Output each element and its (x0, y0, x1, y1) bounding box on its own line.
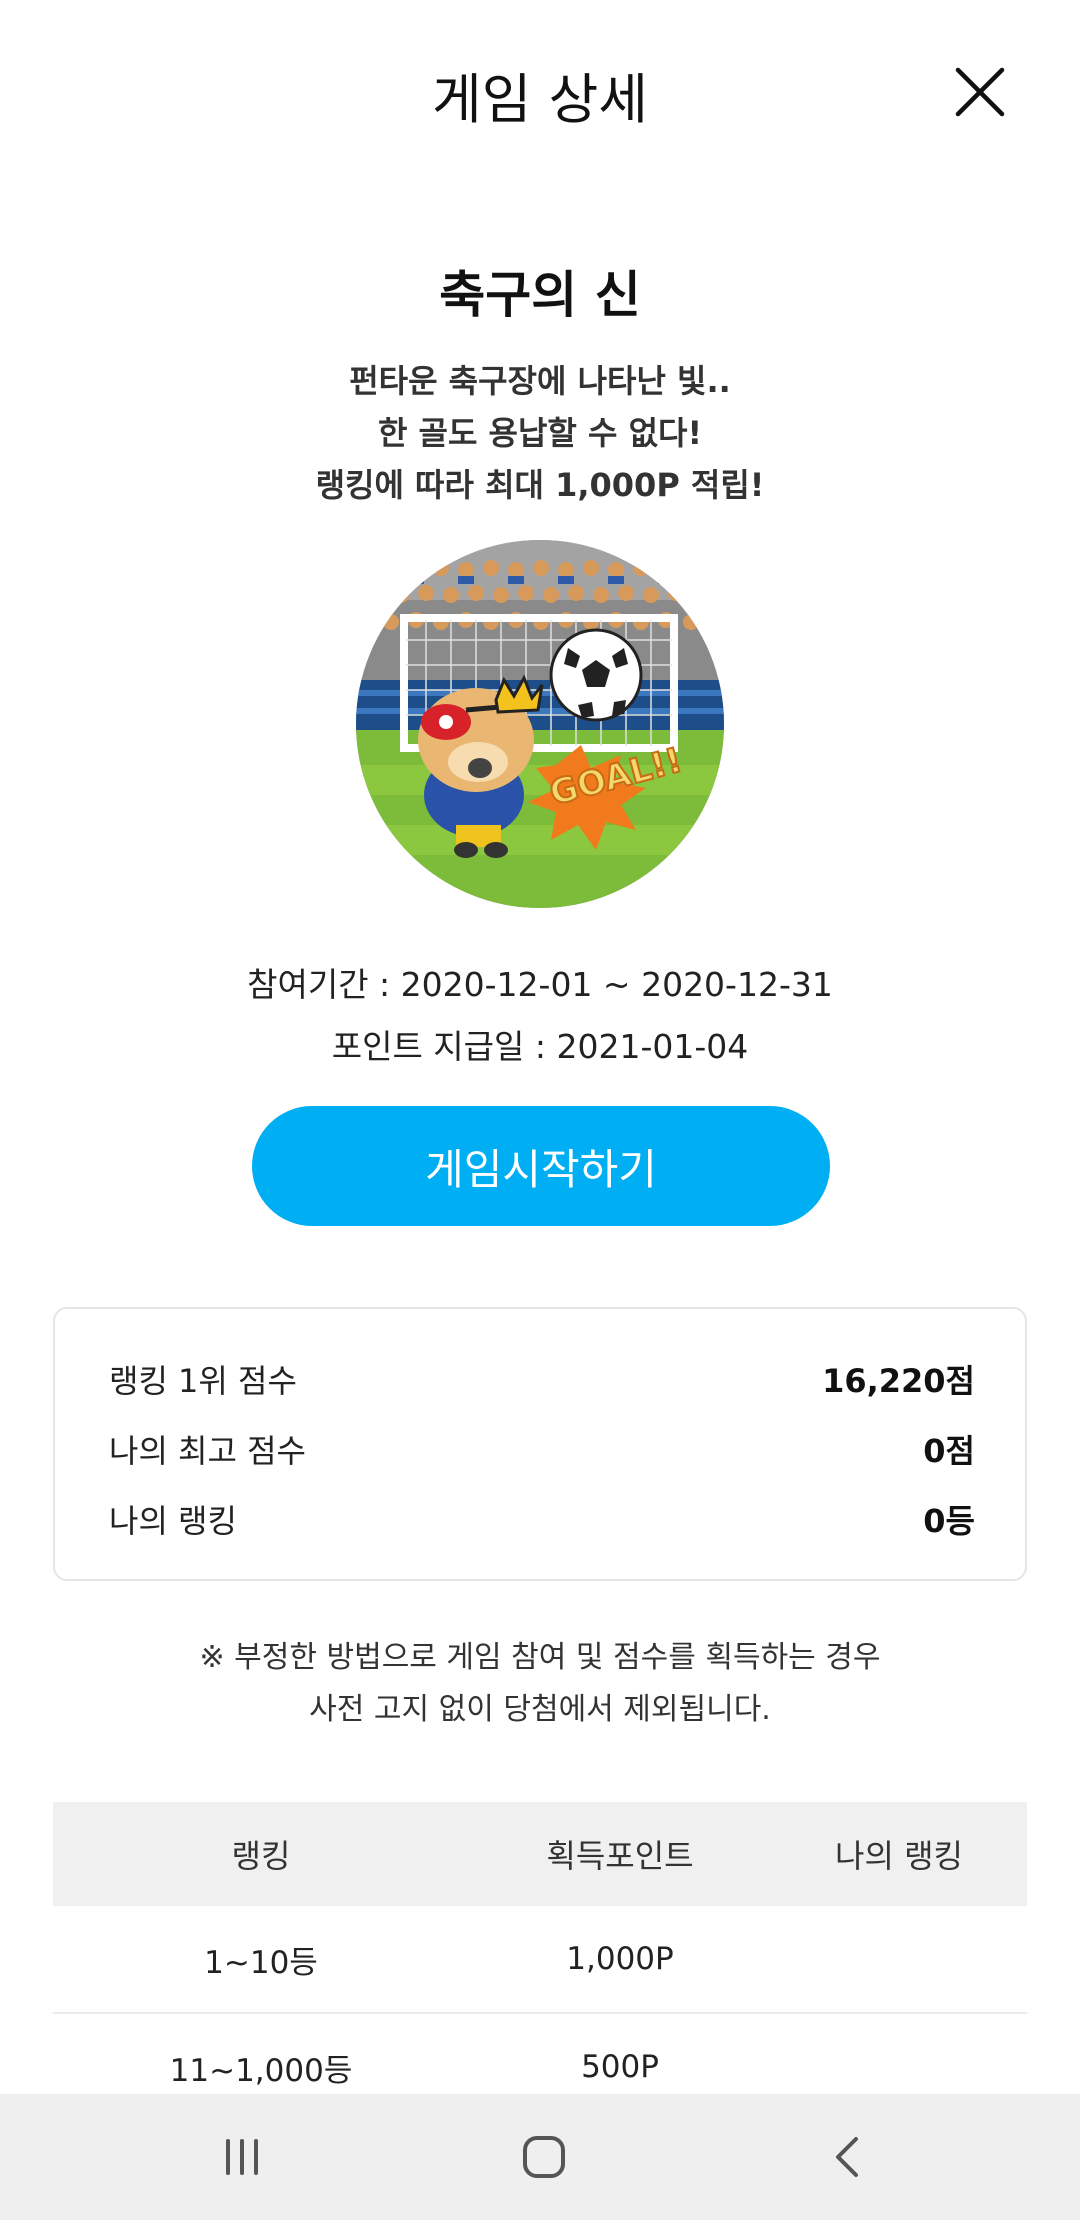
close-button[interactable] (950, 62, 1010, 122)
description-line: 펀타운 축구장에 나타난 빛.. (349, 362, 731, 400)
description-line: 한 골도 용납할 수 없다! (377, 414, 703, 452)
point-payout-date: 포인트 지급일 : 2021-01-04 (331, 1027, 749, 1066)
header: 게임 상세 (0, 0, 1080, 190)
home-button[interactable] (514, 2127, 574, 2187)
score-label: 나의 랭킹 (109, 1502, 237, 1540)
score-row-my-rank: 나의 랭킹 0등 (109, 1494, 975, 1544)
cell-points: 1,000P (566, 1941, 674, 1977)
score-value: 0점 (923, 1432, 975, 1470)
page-title: 게임 상세 (432, 68, 648, 131)
column-header-points: 획득포인트 (546, 1837, 694, 1875)
score-row-top-rank: 랭킹 1위 점수 16,220점 (109, 1354, 975, 1404)
reward-table: 랭킹 획득포인트 나의 랭킹 1~10등 1,000P 11~1,000등 50… (53, 1802, 1027, 2122)
close-icon (955, 67, 1005, 117)
description-line: 랭킹에 따라 최대 1,000P 적립! (315, 466, 765, 504)
game-detail-page: 게임 상세 축구의 신 펀타운 축구장에 나타난 빛.. 한 골도 용납할 수 … (0, 0, 1080, 2220)
table-header: 랭킹 획득포인트 나의 랭킹 (53, 1802, 1027, 1906)
score-value: 16,220점 (822, 1362, 975, 1400)
participation-period: 참여기간 : 2020-12-01 ~ 2020-12-31 (247, 965, 833, 1004)
score-summary: 랭킹 1위 점수 16,220점 나의 최고 점수 0점 나의 랭킹 0등 (53, 1307, 1027, 1581)
system-navigation-bar (0, 2094, 1080, 2220)
notice-line: ※ 부정한 방법으로 게임 참여 및 점수를 획득하는 경우 (199, 1640, 881, 1675)
back-icon (836, 2137, 858, 2177)
column-header-my-rank: 나의 랭킹 (835, 1837, 963, 1875)
game-thumbnail: GOAL!! (356, 540, 724, 908)
cell-rank: 11~1,000등 (169, 2052, 353, 2089)
recent-apps-icon (226, 2139, 258, 2175)
score-value: 0등 (923, 1502, 975, 1540)
column-header-rank: 랭킹 (231, 1837, 291, 1875)
fair-play-notice: ※ 부정한 방법으로 게임 참여 및 점수를 획득하는 경우 사전 고지 없이 … (0, 1632, 1080, 1736)
score-row-my-best: 나의 최고 점수 0점 (109, 1424, 975, 1474)
back-button[interactable] (818, 2127, 878, 2187)
score-label: 나의 최고 점수 (109, 1432, 306, 1470)
table-row: 1~10등 1,000P (53, 1906, 1027, 2014)
recent-apps-button[interactable] (212, 2127, 272, 2187)
game-title: 축구의 신 (439, 266, 641, 324)
notice-line: 사전 고지 없이 당첨에서 제외됩니다. (309, 1692, 771, 1727)
start-game-button[interactable]: 게임시작하기 (252, 1106, 830, 1226)
game-description: 펀타운 축구장에 나타난 빛.. 한 골도 용납할 수 없다! 랭킹에 따라 최… (0, 355, 1080, 511)
cell-rank: 1~10등 (204, 1944, 318, 1981)
score-label: 랭킹 1위 점수 (109, 1362, 297, 1400)
cell-points: 500P (581, 2049, 659, 2085)
home-icon (523, 2136, 565, 2178)
